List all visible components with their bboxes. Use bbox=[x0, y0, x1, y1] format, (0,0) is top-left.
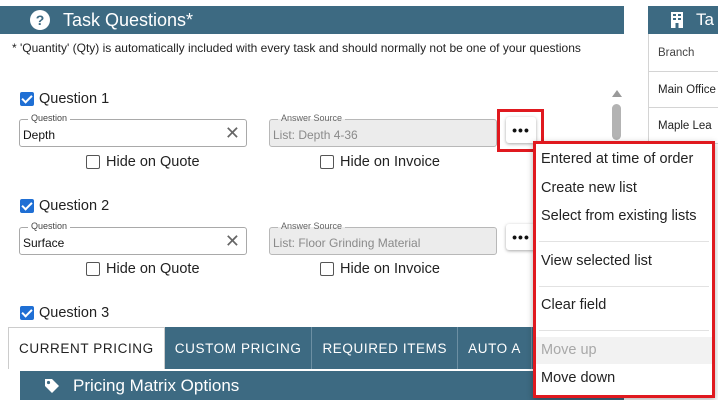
hide-on-invoice-2-label: Hide on Invoice bbox=[340, 261, 440, 277]
hide-on-quote-1-checkbox[interactable] bbox=[86, 155, 100, 169]
tab-auto[interactable]: AUTO A bbox=[458, 327, 532, 369]
scroll-up-arrow[interactable] bbox=[612, 90, 622, 97]
hide-on-invoice-1[interactable]: Hide on Invoice bbox=[320, 154, 440, 170]
menu-item-move-up: Move up bbox=[541, 342, 597, 358]
pricing-matrix-title: Pricing Matrix Options bbox=[73, 375, 240, 395]
answer-source-1-field: Answer Source List: Depth 4-36 bbox=[269, 113, 497, 147]
menu-item-move-down[interactable]: Move down bbox=[541, 370, 615, 386]
question-1-field[interactable]: Question Depth ✕ bbox=[19, 113, 247, 147]
menu-item-view-selected-list[interactable]: View selected list bbox=[541, 253, 652, 269]
scrollbar-thumb[interactable] bbox=[612, 104, 621, 140]
menu-item-create-new-list[interactable]: Create new list bbox=[541, 180, 637, 196]
answer-source-1-value: List: Depth 4-36 bbox=[273, 128, 358, 142]
question-1-value: Depth bbox=[23, 128, 56, 142]
menu-item-select-existing-lists[interactable]: Select from existing lists bbox=[541, 208, 697, 224]
right-panel-header: Ta bbox=[648, 6, 718, 34]
answer-source-menu: Entered at time of order Create new list… bbox=[533, 141, 715, 398]
question-2-legend: Question bbox=[28, 221, 71, 232]
hide-on-quote-1-label: Hide on Quote bbox=[106, 154, 200, 170]
question-2-checkbox[interactable] bbox=[20, 199, 34, 213]
table-row[interactable]: Maple Lea bbox=[648, 108, 718, 144]
question-1-legend: Question bbox=[28, 113, 71, 124]
question-2-field[interactable]: Question Surface ✕ bbox=[19, 221, 247, 255]
menu-divider bbox=[539, 330, 709, 331]
answer-source-1-legend: Answer Source bbox=[278, 113, 346, 124]
right-panel-title: Ta bbox=[696, 10, 714, 29]
more-icon[interactable]: ••• bbox=[506, 224, 536, 250]
menu-divider bbox=[539, 241, 709, 242]
question-2-label: Question 2 bbox=[39, 198, 110, 214]
answer-source-2-value: List: Floor Grinding Material bbox=[273, 236, 421, 250]
answer-source-2-legend: Answer Source bbox=[278, 221, 346, 232]
clear-icon[interactable]: ✕ bbox=[225, 232, 240, 250]
tag-icon bbox=[45, 378, 59, 393]
hide-on-quote-2-label: Hide on Quote bbox=[106, 261, 200, 277]
question-3-label: Question 3 bbox=[39, 305, 110, 321]
hide-on-invoice-1-checkbox[interactable] bbox=[320, 155, 334, 169]
quantity-note: * 'Quantity' (Qty) is automatically incl… bbox=[12, 41, 581, 55]
question-1-checkbox[interactable] bbox=[20, 92, 34, 106]
menu-item-clear-field[interactable]: Clear field bbox=[541, 297, 606, 313]
menu-item-entered-at-time-of-order[interactable]: Entered at time of order bbox=[541, 151, 693, 167]
pricing-tabs: CURRENT PRICING CUSTOM PRICING REQUIRED … bbox=[8, 327, 568, 369]
question-3-toggle[interactable]: Question 3 bbox=[20, 305, 109, 321]
menu-divider bbox=[539, 286, 709, 287]
task-questions-header: ? Task Questions* bbox=[0, 6, 624, 34]
question-1-label: Question 1 bbox=[39, 91, 110, 107]
hide-on-invoice-1-label: Hide on Invoice bbox=[340, 154, 440, 170]
branch-column-header: Branch bbox=[648, 34, 718, 72]
tab-required-items[interactable]: REQUIRED ITEMS bbox=[312, 327, 459, 369]
help-icon[interactable]: ? bbox=[30, 10, 50, 30]
hide-on-invoice-2[interactable]: Hide on Invoice bbox=[320, 261, 440, 277]
tab-current-pricing[interactable]: CURRENT PRICING bbox=[8, 327, 165, 369]
table-row[interactable]: Main Office bbox=[648, 72, 718, 108]
branch-table: Branch Main Office Maple Lea bbox=[648, 34, 718, 144]
question-2-value: Surface bbox=[23, 236, 65, 250]
panel-title: Task Questions* bbox=[63, 9, 194, 30]
hide-on-quote-1[interactable]: Hide on Quote bbox=[86, 154, 200, 170]
answer-source-2-field: Answer Source List: Floor Grinding Mater… bbox=[269, 221, 497, 255]
question-1-toggle[interactable]: Question 1 bbox=[20, 91, 109, 107]
hide-on-invoice-2-checkbox[interactable] bbox=[320, 262, 334, 276]
hide-on-quote-2[interactable]: Hide on Quote bbox=[86, 261, 200, 277]
tab-custom-pricing[interactable]: CUSTOM PRICING bbox=[165, 327, 313, 369]
question-3-checkbox[interactable] bbox=[20, 306, 34, 320]
question-2-toggle[interactable]: Question 2 bbox=[20, 198, 109, 214]
clear-icon[interactable]: ✕ bbox=[225, 124, 240, 142]
building-icon bbox=[671, 12, 683, 28]
hide-on-quote-2-checkbox[interactable] bbox=[86, 262, 100, 276]
